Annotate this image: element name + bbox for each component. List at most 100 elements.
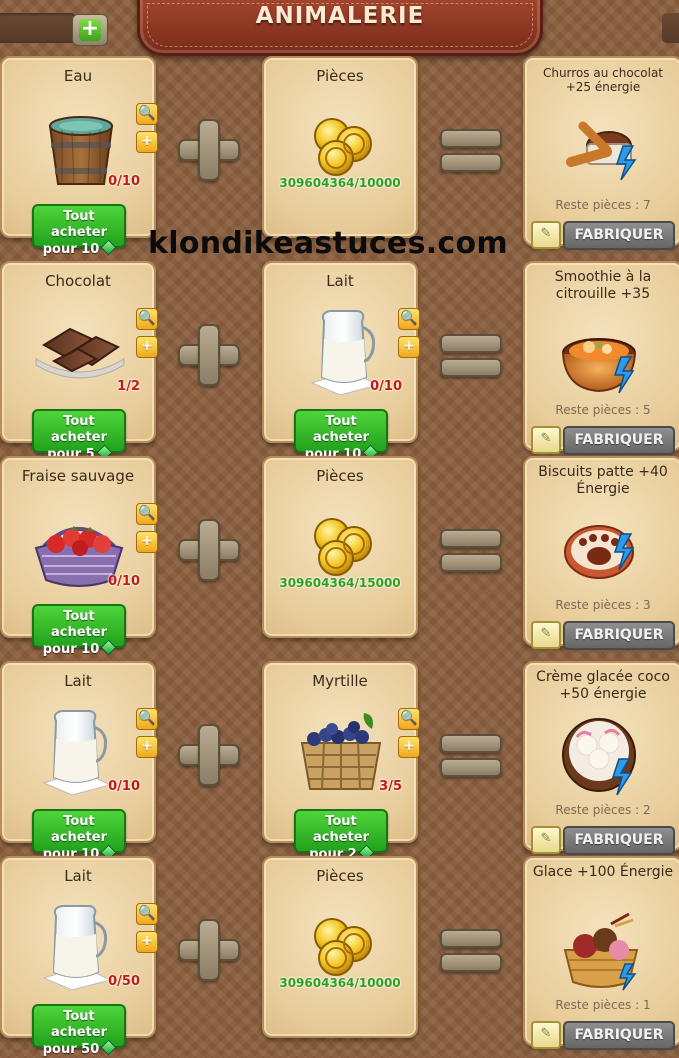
result-card[interactable]: Biscuits patte +40 Énergie Reste pièces … [523,456,679,646]
result-name: Churros au chocolat +25 énergie [542,66,664,94]
ingredient-card-2[interactable]: Lait 0/10 Tout acheter pour 10 [262,261,418,462]
blueberry-basket-icon [300,713,382,790]
page-title: ANIMALERIE [255,3,425,29]
result-name: Smoothie à la citrouille +35 [554,269,652,302]
plus-operator-icon [178,919,240,981]
remaining-count: Reste pièces : 1 [555,998,651,1012]
search-icon[interactable]: 🔍 [136,708,158,730]
watermark: klondikeastuces.com [148,226,508,261]
ingredient-card-1[interactable]: Chocolat 1/2 Tout acheter pour 5 [0,261,156,462]
recipe-row-5: Lait 0/50 Tout acheter pour 50 🔍 + Pièce… [0,855,679,1057]
plus-operator-icon [178,324,240,386]
recipe-row-2: Chocolat 1/2 Tout acheter pour 5 🔍 + Lai… [0,260,679,462]
result-card[interactable]: Churros au chocolat +25 énergie Reste pi… [523,56,679,246]
craft-button[interactable]: FABRIQUER [563,826,675,855]
buy-all-button[interactable]: Tout acheter pour 2 [294,809,388,862]
buy-all-button[interactable]: Tout acheter pour 10 [32,204,126,257]
ingredient-name: Pièces [316,467,364,485]
title-plate: ANIMALERIE [137,0,543,56]
coins-icon [314,518,372,576]
ingredient-count: 0/50 [108,974,140,989]
ingredient-count: 0/10 [108,174,140,189]
ingredient-name: Lait [64,672,92,690]
buy-all-button[interactable]: Tout acheter pour 5 [32,409,126,462]
search-icon[interactable]: 🔍 [136,503,158,525]
ingredient-name: Eau [63,67,93,85]
recipe-book-icon[interactable]: ✎ [531,1021,561,1049]
add-icon[interactable]: + [136,736,158,758]
milk-jug-icon [42,905,112,990]
ingredient-name: Lait [326,272,354,290]
remaining-count: Reste pièces : 5 [555,403,651,417]
craft-button[interactable]: FABRIQUER [563,1021,675,1050]
buy-all-label: Tout acheter [51,209,107,240]
buy-all-button[interactable]: Tout acheter pour 10 [32,604,126,657]
result-card[interactable]: Glace +100 Énergie Reste pièces : 1 [523,856,679,1046]
ingredient-card-1[interactable]: Eau 0/10 Tout acheter pour 10 [0,56,156,257]
add-icon[interactable]: + [398,736,420,758]
ingredient-card-2[interactable]: Pièces 309604364/15000 [262,456,418,638]
ingredient-card-1[interactable]: Fraise sauvage 0/10 Tout acheter pour 10 [0,456,156,657]
add-icon[interactable]: + [136,336,158,358]
add-icon[interactable]: + [136,531,158,553]
buy-all-label: Tout acheter [313,814,369,845]
plus-operator-icon [178,119,240,181]
craft-button[interactable]: FABRIQUER [563,621,675,650]
recipe-book-icon[interactable]: ✎ [531,621,561,649]
result-name: Biscuits patte +40 Énergie [538,464,668,497]
add-icon[interactable]: + [136,931,158,953]
coins-count: 309604364/10000 [279,976,401,990]
ingredient-count: 3/5 [379,779,402,794]
remaining-count: Reste pièces : 3 [555,598,651,612]
buy-all-price: pour 50 [42,1042,100,1057]
recipe-book-icon[interactable]: ✎ [531,826,561,854]
craft-button[interactable]: FABRIQUER [563,221,675,250]
craft-button[interactable]: FABRIQUER [563,426,675,455]
plus-icon: + [79,16,101,41]
search-icon[interactable]: 🔍 [398,708,420,730]
ingredient-name: Lait [64,867,92,885]
recipe-row-3: Fraise sauvage 0/10 Tout acheter pour 10… [0,455,679,657]
ingredient-card-2[interactable]: Pièces 309604364/10000 [262,856,418,1038]
churros-icon [566,121,637,181]
search-icon[interactable]: 🔍 [398,308,420,330]
coconut-ice-cream-icon [562,718,636,796]
result-card[interactable]: Smoothie à la citrouille +35 Reste pièce… [523,261,679,451]
ingredient-count: 0/10 [370,379,402,394]
search-icon[interactable]: 🔍 [136,308,158,330]
add-icon[interactable]: + [398,336,420,358]
buy-all-button[interactable]: Tout acheter pour 10 [294,409,388,462]
pumpkin-smoothie-icon [561,338,637,394]
ingredient-count: 0/10 [108,779,140,794]
buy-all-button[interactable]: Tout acheter pour 50 [32,1004,126,1057]
ingredient-count: 1/2 [117,379,140,394]
currency-field [0,13,76,43]
result-card[interactable]: Crème glacée coco +50 énergie Reste pièc… [523,661,679,851]
add-currency-button[interactable]: + [72,14,108,46]
ingredient-card-2[interactable]: Myrtille 3/5 Tout acheter pour 2 [262,661,418,862]
ingredient-name: Pièces [316,867,364,885]
add-icon[interactable]: + [136,131,158,153]
ingredient-name: Fraise sauvage [21,467,135,485]
plus-operator-icon [178,519,240,581]
equals-operator-icon [440,527,502,573]
search-icon[interactable]: 🔍 [136,103,158,125]
plus-operator-icon [178,724,240,786]
equals-operator-icon [440,127,502,173]
recipe-book-icon[interactable]: ✎ [531,221,561,249]
ingredient-name: Myrtille [312,672,368,690]
result-name: Glace +100 Énergie [532,864,674,880]
recipe-book-icon[interactable]: ✎ [531,426,561,454]
ingredient-name: Pièces [316,67,364,85]
ingredient-count: 0/10 [108,574,140,589]
buy-all-button[interactable]: Tout acheter pour 10 [32,809,126,862]
coins-count: 309604364/15000 [279,576,401,590]
search-icon[interactable]: 🔍 [136,903,158,925]
remaining-count: Reste pièces : 2 [555,803,651,817]
buy-all-label: Tout acheter [51,1009,107,1040]
coins-icon [314,118,372,176]
ingredient-card-2[interactable]: Pièces 309604364/10000 [262,56,418,238]
equals-operator-icon [440,332,502,378]
ingredient-card-1[interactable]: Lait 0/50 Tout acheter pour 50 [0,856,156,1057]
ingredient-card-1[interactable]: Lait 0/10 Tout acheter pour 10 [0,661,156,862]
